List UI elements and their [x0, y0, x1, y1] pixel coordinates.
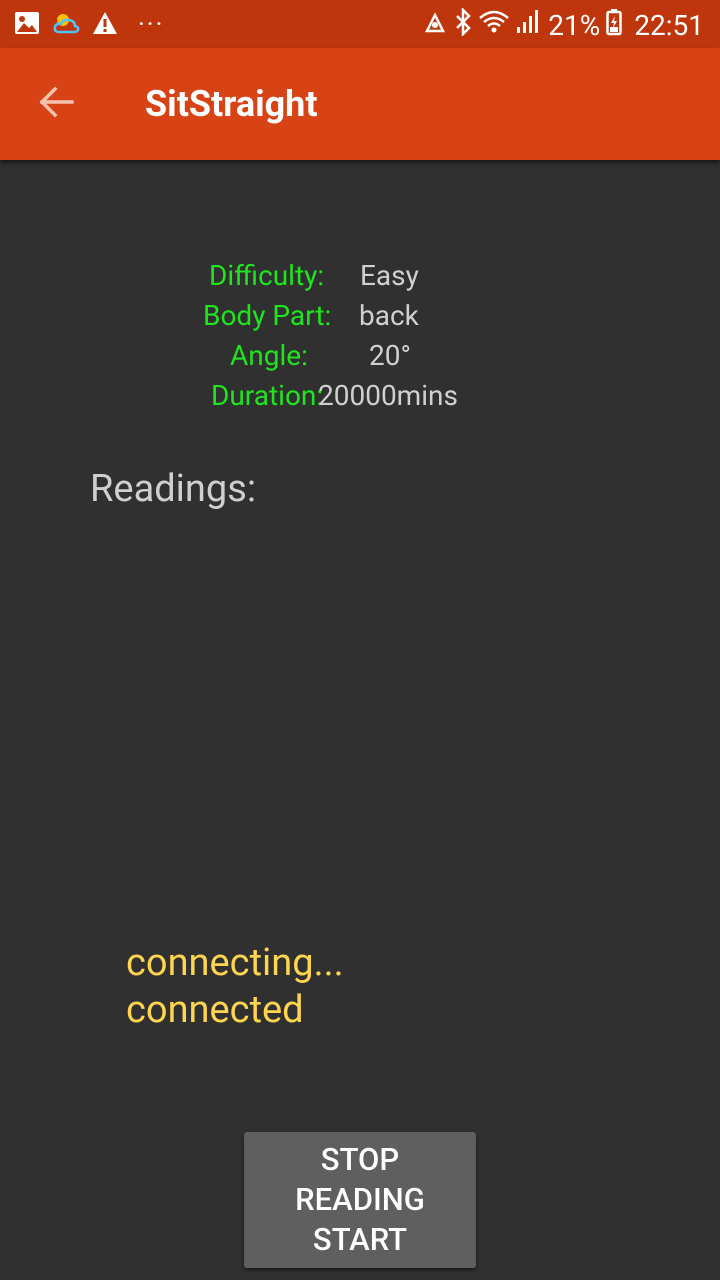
signal-icon — [516, 9, 539, 42]
action-button-line2: READING — [295, 1181, 425, 1218]
duration-label: Duration: — [211, 379, 324, 412]
connection-status-connected: connected — [126, 988, 304, 1032]
arrow-back-icon — [38, 86, 74, 122]
connection-status-connecting: connecting... — [126, 941, 344, 985]
readings-label: Readings: — [90, 467, 257, 511]
app-title: SitStraight — [145, 83, 318, 125]
image-icon — [14, 11, 40, 39]
stop-reading-start-button[interactable]: STOP READING START — [244, 1132, 476, 1268]
body-part-value: back — [359, 299, 419, 332]
nfc-icon — [422, 9, 448, 42]
action-button-line3: START — [312, 1221, 408, 1258]
angle-label: Angle: — [230, 339, 308, 372]
duration-value: 20000mins — [318, 379, 458, 412]
wifi-icon — [478, 9, 510, 42]
status-bar-left: ··· — [14, 10, 164, 40]
back-button[interactable] — [24, 80, 88, 128]
weather-cloud-icon — [52, 12, 80, 38]
battery-percent: 21% — [548, 8, 601, 42]
app-toolbar: SitStraight — [0, 48, 720, 160]
more-notifications-icon: ··· — [138, 10, 165, 40]
warning-icon — [92, 11, 118, 39]
difficulty-value: Easy — [360, 259, 419, 292]
status-bar-right: 21% 22:51 — [422, 6, 704, 44]
body-part-label: Body Part: — [203, 299, 332, 332]
bluetooth-icon — [454, 6, 472, 43]
angle-value: 20° — [369, 339, 411, 372]
action-button-line1: STOP — [320, 1141, 400, 1178]
status-bar: ··· 21% 22:51 — [0, 0, 720, 48]
difficulty-label: Difficulty: — [209, 259, 325, 292]
battery-icon — [606, 8, 623, 43]
clock: 22:51 — [634, 8, 704, 42]
